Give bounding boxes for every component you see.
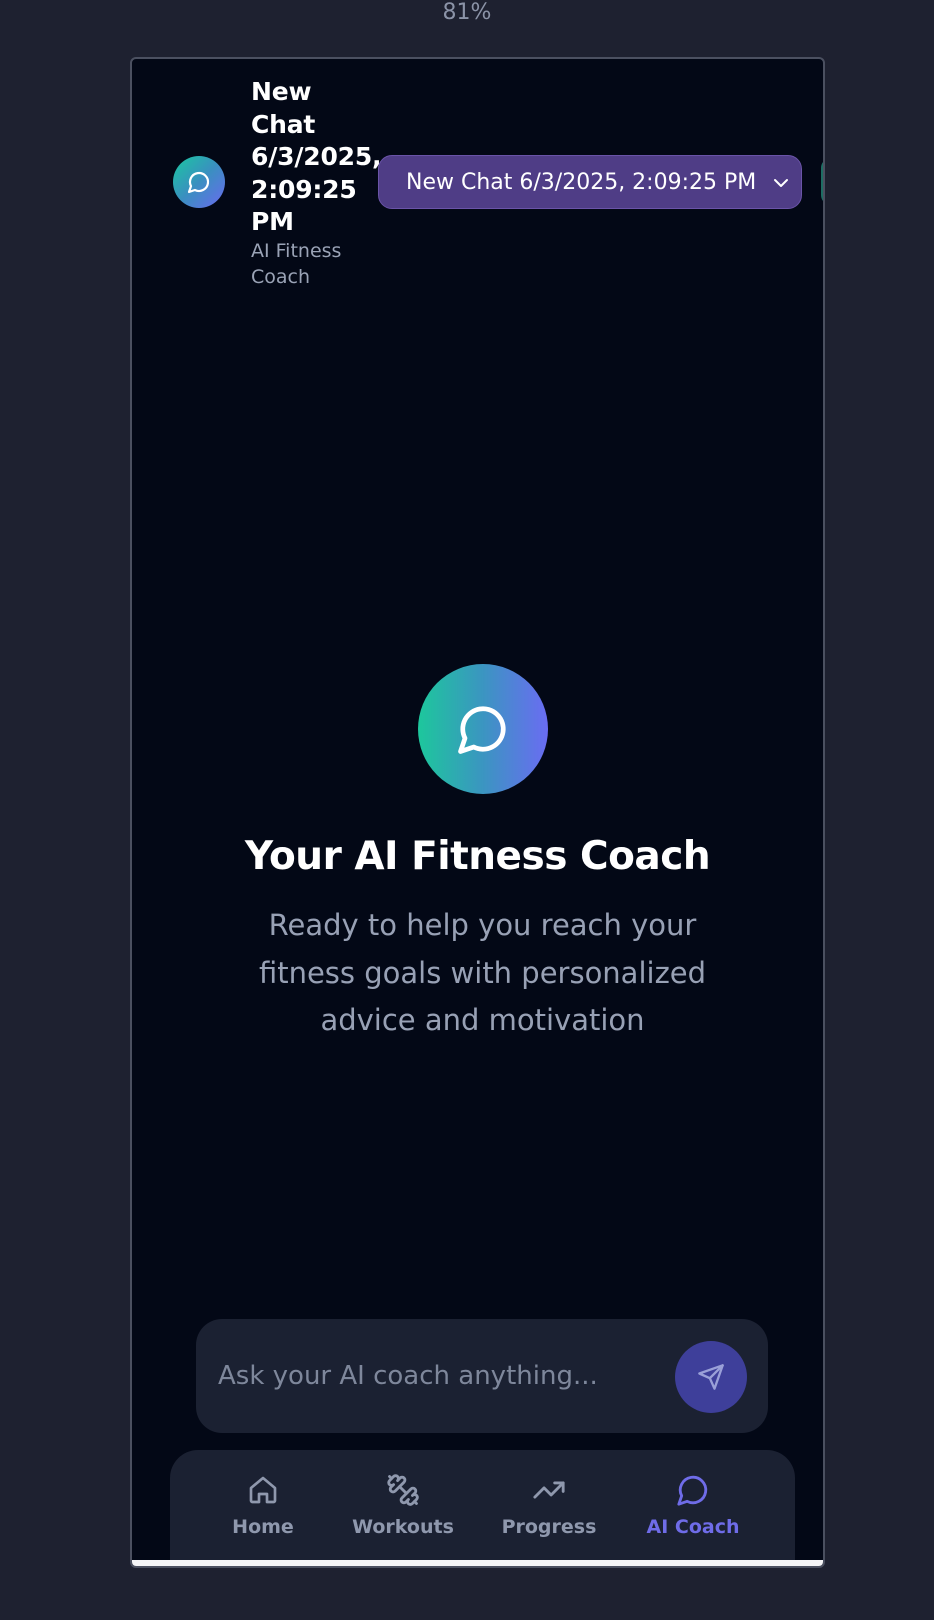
hero-description: Ready to help you reach your fitness goa… xyxy=(258,908,707,1037)
nav-item-label: Home xyxy=(232,1516,294,1538)
chat-session-select[interactable]: New Chat 6/3/2025, 2:09:25 PM xyxy=(378,155,802,209)
nav-item-ai-coach[interactable]: AI Coach xyxy=(633,1472,753,1538)
bottom-navigation: Home Workouts Progress AI Coach xyxy=(170,1450,795,1566)
message-composer xyxy=(196,1319,768,1433)
chat-avatar xyxy=(173,156,225,208)
chevron-down-icon xyxy=(774,179,788,187)
app-frame: New Chat 6/3/2025, 2:09:25 PM AI Fitness… xyxy=(130,57,825,1568)
chat-title: New Chat 6/3/2025, 2:09:25 PM xyxy=(251,77,382,236)
chat-subtitle: AI Fitness Coach xyxy=(251,240,342,288)
home-icon xyxy=(249,1476,277,1504)
chat-bubble-icon xyxy=(458,706,506,754)
send-button[interactable] xyxy=(675,1341,747,1413)
nav-item-label: AI Coach xyxy=(646,1516,740,1538)
nav-item-workouts[interactable]: Workouts xyxy=(343,1472,463,1538)
message-input[interactable] xyxy=(216,1339,660,1413)
new-chat-button[interactable] xyxy=(821,158,823,205)
nav-item-label: Workouts xyxy=(352,1516,454,1538)
nav-item-home[interactable]: Home xyxy=(203,1472,323,1538)
coach-avatar xyxy=(418,664,548,794)
nav-item-label: Progress xyxy=(501,1516,597,1538)
send-icon xyxy=(698,1364,724,1390)
chat-bubble-icon xyxy=(677,1475,708,1506)
trending-up-icon xyxy=(533,1481,565,1499)
zoom-level-indicator: 81% xyxy=(442,0,492,25)
chat-session-select-value: New Chat 6/3/2025, 2:09:25 PM xyxy=(406,169,757,195)
dumbbell-icon xyxy=(387,1474,419,1506)
nav-item-progress[interactable]: Progress xyxy=(489,1472,609,1538)
hero-title: Your AI Fitness Coach xyxy=(244,834,711,879)
frame-bottom-edge xyxy=(132,1560,823,1566)
chat-bubble-icon xyxy=(187,171,210,194)
